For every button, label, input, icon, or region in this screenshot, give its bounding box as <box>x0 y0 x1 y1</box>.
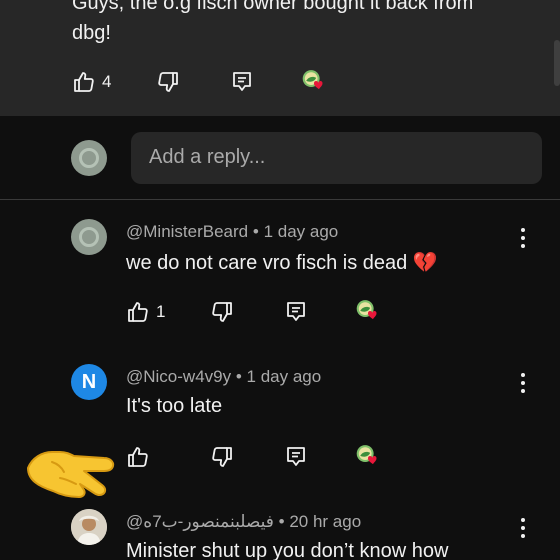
creator-heart-icon <box>356 300 377 320</box>
divider <box>0 199 560 200</box>
creator-heart-icon <box>356 445 377 465</box>
thumbs-down-icon <box>158 72 178 92</box>
like-count: 4 <box>102 72 112 91</box>
like-button[interactable] <box>126 443 150 471</box>
comment-text-line-2: dbg! <box>72 22 111 44</box>
reply-button[interactable] <box>284 443 308 471</box>
comment-author[interactable]: @فيصلبنمنصور-ب7ه <box>126 512 274 531</box>
dislike-button[interactable] <box>210 443 234 471</box>
comment-text-line-1: Guys, the o.g fisch owner bought it back… <box>72 0 474 14</box>
meta-separator: • <box>252 222 264 241</box>
comment-time: 20 hr ago <box>289 512 362 531</box>
pointing-hand-emoji <box>27 451 115 498</box>
highlighted-comment: Guys, the o.g fisch owner bought it back… <box>0 0 560 116</box>
comment-author[interactable]: @Nico-w4v9y <box>126 367 231 386</box>
reply-icon <box>233 72 251 91</box>
reply-input[interactable]: Add a reply... <box>131 132 542 184</box>
avatar-photo-icon <box>71 509 107 545</box>
avatar <box>71 140 107 176</box>
avatar[interactable] <box>71 509 107 545</box>
like-button[interactable]: 4 <box>72 68 111 96</box>
comment-text: we do not care vro fisch is dead 💔 <box>126 252 438 274</box>
thumbs-up-icon <box>128 447 148 467</box>
dislike-button[interactable] <box>210 298 234 326</box>
reply-icon <box>287 447 305 466</box>
thumbs-up-icon <box>128 302 148 322</box>
comment-text: Guys, the o.g fisch owner bought it back… <box>72 0 532 48</box>
reply-button[interactable] <box>230 68 254 96</box>
comment-time: 1 day ago <box>263 222 339 241</box>
like-count: 1 <box>156 302 166 321</box>
avatar[interactable]: N <box>71 364 107 400</box>
reply-placeholder: Add a reply... <box>149 146 266 168</box>
reply-icon <box>287 302 305 321</box>
avatar-letter: N <box>81 370 97 393</box>
comment-meta: @Nico-w4v9y • 1 day ago <box>126 367 321 387</box>
comment-meta: @MinisterBeard • 1 day ago <box>126 222 338 242</box>
more-vert-icon[interactable] <box>520 228 526 248</box>
creator-heart <box>302 66 326 94</box>
thumbs-down-icon <box>212 302 232 322</box>
meta-separator: • <box>235 367 247 386</box>
creator-heart <box>356 441 380 469</box>
scrollbar[interactable] <box>554 40 560 86</box>
comment-time: 1 day ago <box>246 367 322 386</box>
more-vert-icon[interactable] <box>520 518 526 538</box>
creator-heart <box>356 296 380 324</box>
comment-meta: @فيصلبنمنصور-ب7ه • 20 hr ago <box>126 512 361 532</box>
thumbs-down-icon <box>212 447 232 467</box>
more-vert-icon[interactable] <box>520 373 526 393</box>
meta-separator: • <box>278 512 290 531</box>
comment-text: Minister shut up you don’t know how <box>126 540 449 560</box>
thumbs-up-icon <box>74 72 94 92</box>
avatar[interactable] <box>71 219 107 255</box>
comment-text: It's too late <box>126 395 223 417</box>
dislike-button[interactable] <box>156 68 180 96</box>
creator-heart-icon <box>302 70 323 90</box>
comment-author[interactable]: @MinisterBeard <box>126 222 248 241</box>
reply-button[interactable] <box>284 298 308 326</box>
like-button[interactable]: 1 <box>126 298 165 326</box>
